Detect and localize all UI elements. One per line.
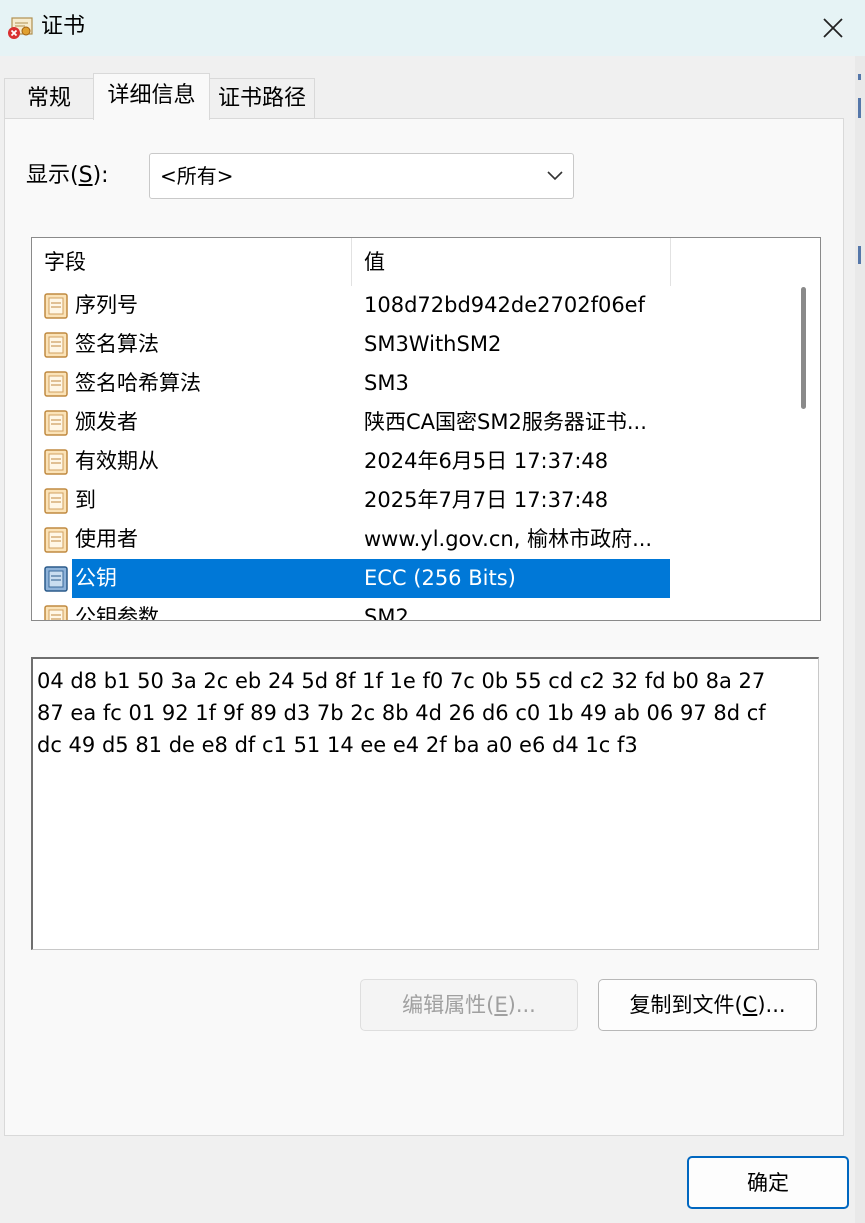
window-title: 证书 bbox=[41, 14, 86, 39]
list-header: 字段 值 bbox=[32, 238, 787, 286]
field-name: 公钥 bbox=[75, 566, 117, 590]
button-label-suffix: )... bbox=[757, 993, 786, 1017]
background-window-edge bbox=[855, 56, 865, 1223]
field-value: 陕西CA国密SM2服务器证书... bbox=[364, 410, 647, 434]
field-name: 使用者 bbox=[75, 527, 138, 551]
button-label-mnemonic: C bbox=[742, 993, 758, 1017]
chevron-down-icon bbox=[547, 171, 563, 181]
show-label: 显示(S): bbox=[26, 160, 109, 192]
certificate-field-icon bbox=[44, 332, 68, 358]
field-value: www.yl.gov.cn, 榆林市政府... bbox=[364, 527, 653, 551]
list-row-signature-hash-algorithm[interactable]: 签名哈希算法 SM3 bbox=[32, 364, 787, 403]
list-scrollbar[interactable] bbox=[787, 238, 820, 620]
list-row-valid-to[interactable]: 到 2025年7月7日 17:37:48 bbox=[32, 481, 787, 520]
list-row-issuer[interactable]: 颁发者 陕西CA国密SM2服务器证书... bbox=[32, 403, 787, 442]
field-name: 序列号 bbox=[75, 293, 138, 317]
field-name: 颁发者 bbox=[75, 410, 138, 434]
edit-properties-button[interactable]: 编辑属性(E)... bbox=[360, 979, 578, 1031]
field-value: SM2 bbox=[364, 605, 409, 621]
show-label-mnemonic: S bbox=[78, 163, 93, 188]
close-icon bbox=[822, 18, 843, 38]
field-value: 108d72bd942de2702f06ef bbox=[364, 293, 645, 317]
field-name: 签名哈希算法 bbox=[75, 371, 201, 395]
certificate-error-icon bbox=[8, 17, 33, 39]
list-row-valid-from[interactable]: 有效期从 2024年6月5日 17:37:48 bbox=[32, 442, 787, 481]
ok-button[interactable]: 确定 bbox=[687, 1156, 849, 1209]
field-name: 公钥参数 bbox=[75, 605, 159, 621]
close-button[interactable] bbox=[800, 0, 865, 56]
field-name: 签名算法 bbox=[75, 332, 159, 356]
button-label-prefix: 编辑属性( bbox=[402, 993, 495, 1017]
list-row-public-key[interactable]: 公钥 ECC (256 Bits) bbox=[32, 559, 787, 598]
tab-label: 常规 bbox=[26, 86, 71, 111]
show-label-suffix: ): bbox=[92, 163, 109, 188]
list-row-signature-algorithm[interactable]: 签名算法 SM3WithSM2 bbox=[32, 325, 787, 364]
button-label-mnemonic: E bbox=[494, 993, 508, 1017]
field-value: SM3WithSM2 bbox=[364, 332, 502, 356]
column-header-value[interactable]: 值 bbox=[352, 238, 671, 286]
certificate-field-icon bbox=[44, 527, 68, 553]
list-row-subject[interactable]: 使用者 www.yl.gov.cn, 榆林市政府... bbox=[32, 520, 787, 559]
certificate-field-icon bbox=[44, 566, 68, 592]
certificate-field-icon bbox=[44, 605, 68, 620]
certificate-field-icon bbox=[44, 410, 68, 436]
column-header-field[interactable]: 字段 bbox=[32, 238, 352, 286]
background-window-mark bbox=[858, 74, 861, 80]
field-name: 有效期从 bbox=[75, 449, 159, 473]
field-value: 2024年6月5日 17:37:48 bbox=[364, 449, 609, 473]
detail-line: 87 ea fc 01 92 1f 9f 89 d3 7b 2c 8b 4d 2… bbox=[37, 701, 766, 725]
tab-certification-path[interactable]: 证书路径 bbox=[209, 78, 315, 118]
detail-line: 04 d8 b1 50 3a 2c eb 24 5d 8f 1f 1e f0 7… bbox=[37, 669, 766, 693]
list-row-serial-number[interactable]: 序列号 108d72bd942de2702f06ef bbox=[32, 286, 787, 325]
field-name: 到 bbox=[75, 488, 96, 512]
tab-details[interactable]: 详细信息 bbox=[93, 73, 210, 120]
column-header-label: 值 bbox=[364, 250, 385, 274]
field-value: ECC (256 Bits) bbox=[364, 566, 516, 590]
show-dropdown-value: <所有> bbox=[160, 164, 234, 188]
certificate-field-icon bbox=[44, 371, 68, 397]
ok-button-label: 确定 bbox=[747, 1171, 789, 1195]
detail-line: dc 49 d5 81 de e8 df c1 51 14 ee e4 2f b… bbox=[37, 733, 638, 757]
field-detail-textbox[interactable]: 04 d8 b1 50 3a 2c eb 24 5d 8f 1f 1e f0 7… bbox=[31, 657, 819, 950]
tab-label: 详细信息 bbox=[107, 83, 196, 108]
background-window-mark bbox=[858, 98, 861, 118]
field-value: 2025年7月7日 17:37:48 bbox=[364, 488, 609, 512]
show-label-prefix: 显示( bbox=[26, 163, 79, 188]
tab-general[interactable]: 常规 bbox=[4, 78, 94, 118]
list-row-public-key-parameters[interactable]: 公钥参数 SM2 bbox=[32, 598, 787, 621]
column-header-label: 字段 bbox=[44, 250, 86, 274]
scrollbar-thumb[interactable] bbox=[801, 287, 806, 409]
certificate-field-icon bbox=[44, 449, 68, 475]
background-window-mark bbox=[858, 246, 861, 264]
copy-to-file-button[interactable]: 复制到文件(C)... bbox=[598, 979, 817, 1031]
field-list[interactable]: 字段 值 序列号 108d72bd942de2702f06ef 签名算法 SM3… bbox=[31, 237, 821, 621]
certificate-field-icon bbox=[44, 293, 68, 319]
tab-label: 证书路径 bbox=[217, 86, 306, 111]
show-dropdown[interactable]: <所有> bbox=[149, 153, 574, 199]
certificate-field-icon bbox=[44, 488, 68, 514]
title-bar: 证书 bbox=[0, 0, 865, 56]
button-label-prefix: 复制到文件( bbox=[629, 993, 743, 1017]
button-label-suffix: )... bbox=[507, 993, 536, 1017]
field-value: SM3 bbox=[364, 371, 409, 395]
